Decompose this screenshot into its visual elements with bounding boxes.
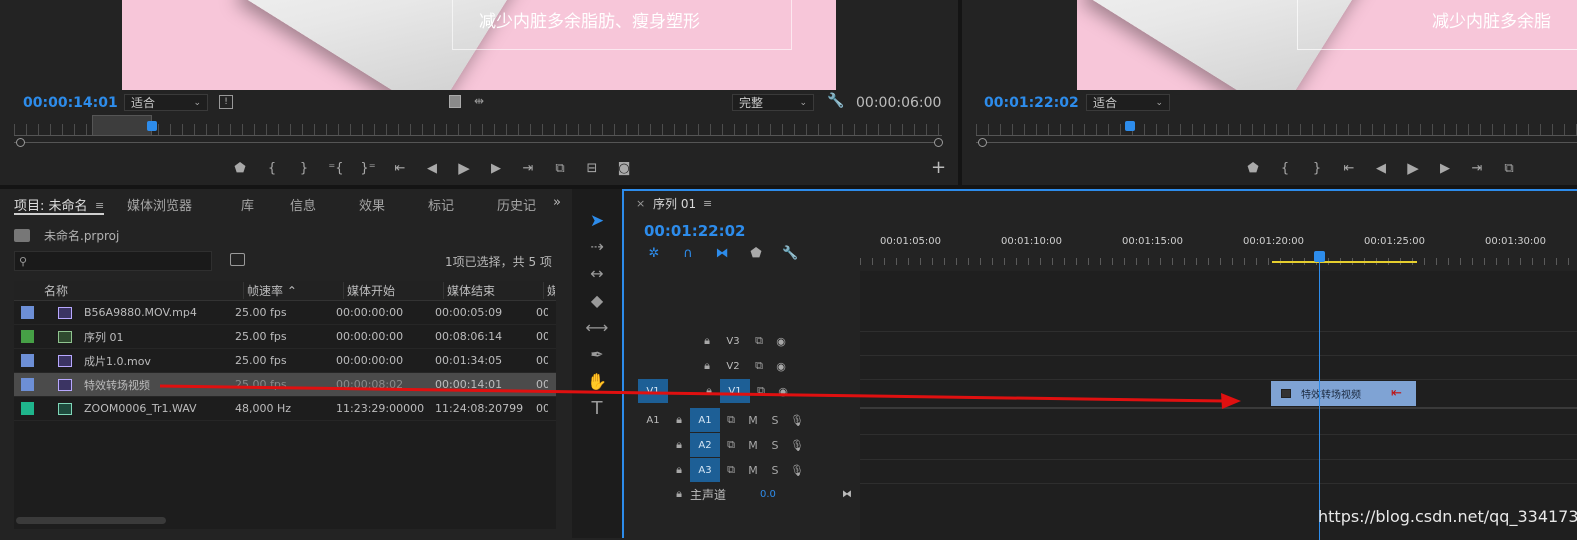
annotation-arrow (159, 384, 1241, 409)
arrow-head (1221, 393, 1241, 409)
watermark: https://blog.csdn.net/qq_33417321 (1318, 507, 1577, 526)
arrow-shaft (159, 384, 1226, 403)
